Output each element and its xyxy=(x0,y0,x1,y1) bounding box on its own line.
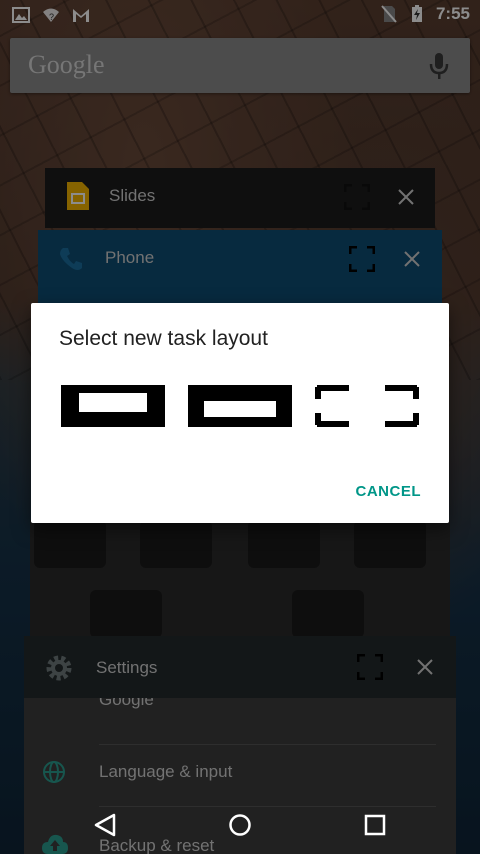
layout-option-3[interactable] xyxy=(315,385,419,427)
layout-option-1[interactable] xyxy=(61,385,165,427)
home-icon[interactable] xyxy=(227,812,253,838)
back-icon[interactable] xyxy=(92,812,118,838)
cancel-button[interactable]: CANCEL xyxy=(356,483,422,500)
layout-option-window xyxy=(79,393,147,412)
navigation-bar xyxy=(0,796,480,854)
recents-icon[interactable] xyxy=(362,812,388,838)
layout-option-2[interactable] xyxy=(188,385,292,427)
dialog-title: Select new task layout xyxy=(59,327,268,350)
layout-option-window xyxy=(204,401,276,417)
task-layout-dialog: Select new task layout CANCEL xyxy=(31,303,449,523)
